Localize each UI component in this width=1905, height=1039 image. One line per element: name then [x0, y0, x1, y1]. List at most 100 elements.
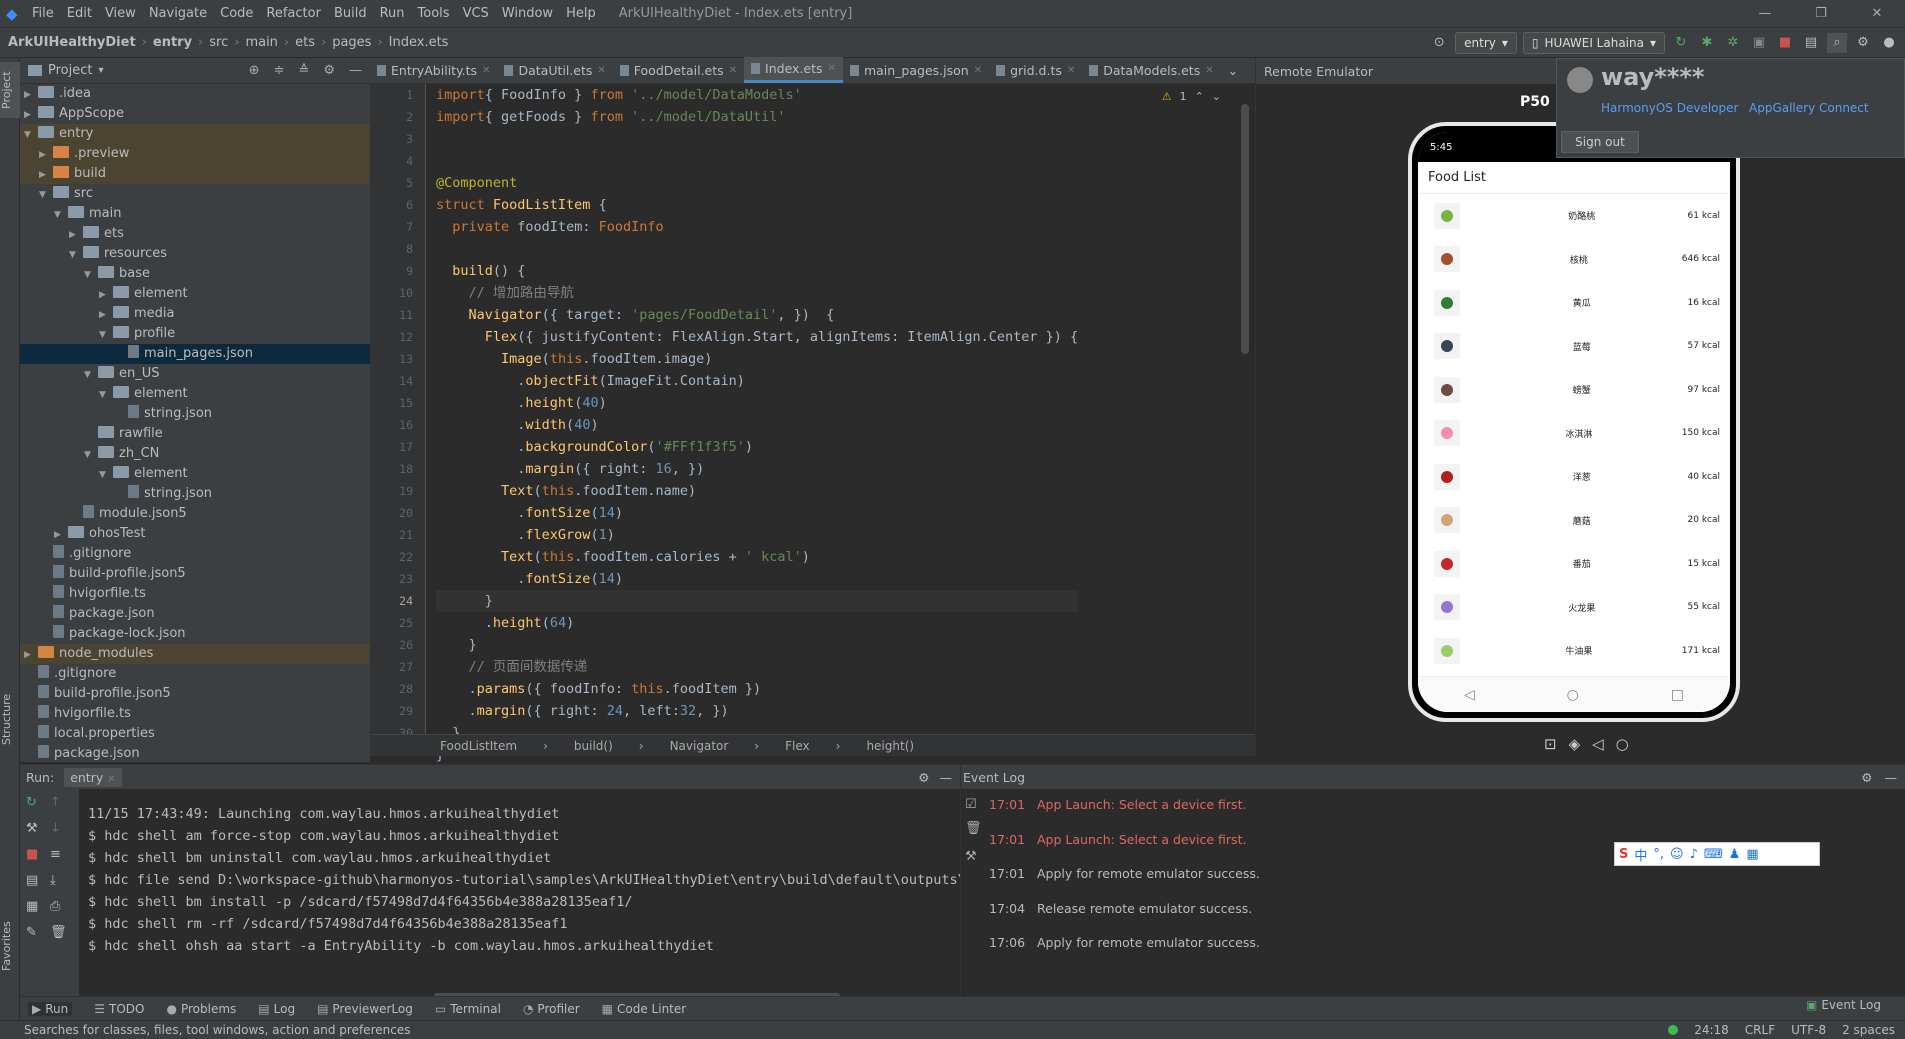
emoji-icon[interactable]: ☺ — [1670, 847, 1684, 862]
nav-recent-icon[interactable]: □ — [1671, 687, 1684, 703]
tree-item[interactable]: hvigorfile.ts — [20, 584, 370, 604]
tree-item[interactable]: package.json — [20, 744, 370, 764]
tree-item[interactable]: ▶ .idea — [20, 84, 370, 104]
punctuation-icon[interactable]: °, — [1653, 847, 1664, 862]
menu-tools[interactable]: Tools — [418, 6, 450, 21]
warning-icon[interactable]: ⚠ — [1162, 90, 1172, 103]
expanded-arrow-icon[interactable]: ▼ — [99, 325, 113, 345]
wrench-icon[interactable]: ⚒ — [965, 849, 977, 864]
expanded-arrow-icon[interactable]: ▼ — [39, 185, 53, 205]
locate-icon[interactable]: ⊕ — [249, 63, 260, 78]
editor-tab[interactable]: main_pages.json ✕ — [843, 57, 989, 83]
close-icon[interactable]: ✕ — [482, 65, 490, 76]
breadcrumb-item[interactable]: ArkUIHealthyDiet — [8, 35, 136, 50]
expanded-arrow-icon[interactable]: ▼ — [99, 385, 113, 405]
nav-home-icon[interactable]: ○ — [1567, 687, 1579, 703]
tree-item[interactable]: ▶ element — [20, 284, 370, 304]
food-list-item[interactable]: 蓝莓 57 kcal — [1418, 325, 1730, 369]
collapsed-arrow-icon[interactable]: ▶ — [99, 305, 113, 325]
editor-breadcrumb-item[interactable]: FoodListItem — [440, 739, 517, 753]
event-message[interactable]: Apply for remote emulator success. — [1037, 935, 1260, 950]
project-view-select[interactable]: Project — [48, 63, 92, 78]
menu-window[interactable]: Window — [502, 6, 553, 21]
close-icon[interactable]: ✕ — [1849, 6, 1905, 21]
editor-tab[interactable]: DataModels.ets ✕ — [1082, 57, 1220, 83]
tree-item[interactable]: module.json5 — [20, 504, 370, 524]
editor-tab[interactable]: EntryAbility.ts ✕ — [370, 57, 497, 83]
back-icon[interactable]: ◁ — [1592, 735, 1604, 753]
collapsed-arrow-icon[interactable]: ▶ — [24, 85, 38, 105]
event-message[interactable]: Apply for remote emulator success. — [1037, 866, 1260, 881]
tree-item[interactable]: ▼ zh_CN — [20, 444, 370, 464]
tree-item[interactable]: ▼ entry — [20, 124, 370, 144]
nav-back-icon[interactable]: ◁ — [1464, 687, 1475, 703]
indent-setting[interactable]: 2 spaces — [1842, 1023, 1895, 1037]
run-console[interactable]: 11/15 17:43:49: Launching com.waylau.hmo… — [88, 803, 974, 957]
close-icon[interactable]: ✕ — [107, 774, 115, 785]
gear-icon[interactable]: ⚙ — [918, 770, 929, 785]
expanded-arrow-icon[interactable]: ▼ — [54, 205, 68, 225]
print-icon[interactable]: ⎙ — [50, 899, 60, 914]
layout-icon[interactable]: ▦ — [26, 899, 38, 914]
food-list-item[interactable]: 核桃 646 kcal — [1418, 238, 1730, 282]
event-message[interactable]: Release remote emulator success. — [1037, 901, 1252, 916]
tree-item[interactable]: ▼ main — [20, 204, 370, 224]
pin-icon[interactable]: ✎ — [26, 925, 37, 940]
breadcrumb-item[interactable]: main — [245, 35, 277, 50]
expanded-arrow-icon[interactable]: ▼ — [84, 365, 98, 385]
collapsed-arrow-icon[interactable]: ▶ — [39, 165, 53, 185]
stop-icon[interactable]: ■ — [26, 847, 38, 862]
gear-icon[interactable]: ⚙ — [323, 63, 335, 78]
expanded-arrow-icon[interactable]: ▼ — [84, 445, 98, 465]
tree-item[interactable]: ▼ en_US — [20, 364, 370, 384]
expanded-arrow-icon[interactable]: ▼ — [84, 265, 98, 285]
tree-item[interactable]: ▶ node_modules — [20, 644, 370, 664]
tree-item[interactable]: hvigorfile.ts — [20, 704, 370, 724]
skin-icon[interactable]: ♟ — [1729, 847, 1741, 862]
breadcrumb-item[interactable]: pages — [332, 35, 371, 50]
tree-item[interactable]: ▼ base — [20, 264, 370, 284]
expanded-arrow-icon[interactable]: ▼ — [24, 125, 38, 145]
bottom-tab-log[interactable]: ▤ Log — [258, 1002, 295, 1016]
collapsed-arrow-icon[interactable]: ▶ — [54, 525, 68, 545]
mark-read-icon[interactable]: ☑ — [965, 797, 977, 812]
scroll-to-end-icon[interactable]: ⤓ — [50, 873, 56, 888]
expanded-arrow-icon[interactable]: ▼ — [69, 245, 83, 265]
project-tool-tab[interactable]: Project — [0, 62, 20, 118]
prev-highlight-icon[interactable]: ⌃ — [1195, 90, 1204, 103]
line-separator[interactable]: CRLF — [1745, 1023, 1775, 1037]
down-icon[interactable]: ↓ — [50, 821, 61, 836]
tree-item[interactable]: build-profile.json5 — [20, 564, 370, 584]
food-list-item[interactable]: 奶酪桃 61 kcal — [1418, 194, 1730, 238]
hide-icon[interactable]: — — [1885, 770, 1898, 785]
tree-item[interactable]: ▼ src — [20, 184, 370, 204]
code-content[interactable]: import{ FoodInfo } from '../model/DataMo… — [436, 84, 1079, 766]
collapsed-arrow-icon[interactable]: ▶ — [24, 105, 38, 125]
menu-view[interactable]: View — [105, 6, 136, 21]
chevron-down-icon[interactable]: ▾ — [98, 65, 103, 76]
close-icon[interactable]: ✕ — [729, 65, 737, 76]
tree-item[interactable]: main_pages.json — [20, 344, 370, 364]
event-log-tab[interactable]: ▣ Event Log — [1806, 998, 1881, 1012]
menu-file[interactable]: File — [32, 6, 54, 21]
expanded-arrow-icon[interactable]: ▼ — [99, 465, 113, 485]
breadcrumb-item[interactable]: entry — [153, 35, 192, 50]
editor-tab[interactable]: DataUtil.ets ✕ — [497, 57, 612, 83]
tab-list-chevron-icon[interactable]: ⌄ — [1221, 57, 1245, 83]
keyboard-icon[interactable]: ⌨ — [1704, 847, 1723, 862]
tree-item[interactable]: package.json — [20, 604, 370, 624]
event-message[interactable]: App Launch: Select a device first. — [1037, 797, 1246, 812]
bottom-tab-todo[interactable]: ☰ TODO — [94, 1002, 144, 1016]
voice-icon[interactable]: ♪ — [1690, 847, 1698, 862]
stop-icon[interactable]: ■ — [1775, 33, 1795, 53]
tree-item[interactable]: string.json — [20, 404, 370, 424]
event-message[interactable]: App Launch: Select a device first. — [1037, 832, 1246, 847]
food-list-item[interactable]: 番茄 15 kcal — [1418, 542, 1730, 586]
target-icon[interactable]: ⊙ — [1429, 33, 1449, 53]
debug-icon[interactable]: ✱ — [1697, 33, 1717, 53]
breadcrumb-item[interactable]: Index.ets — [389, 35, 449, 50]
close-icon[interactable]: ✕ — [1067, 65, 1075, 76]
sign-out-button[interactable]: Sign out — [1561, 131, 1639, 153]
tree-item[interactable]: ▶ .preview — [20, 144, 370, 164]
wrench-icon[interactable]: ⚒ — [26, 821, 38, 836]
